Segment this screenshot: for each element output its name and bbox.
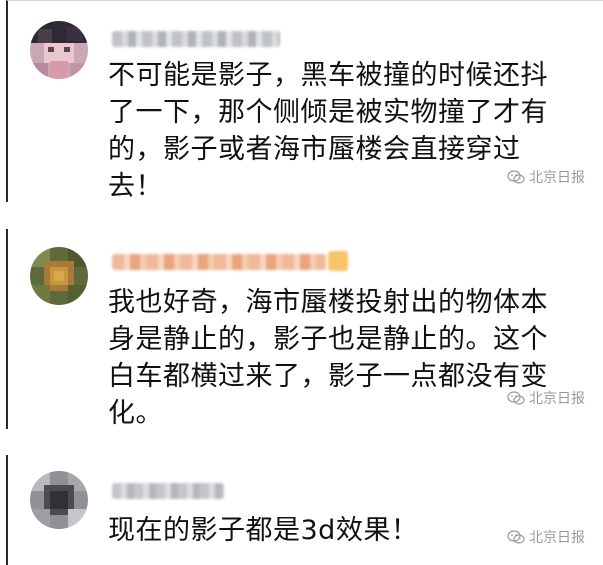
avatar[interactable] (30, 247, 88, 305)
avatar[interactable] (30, 471, 88, 529)
wechat-logo-icon (507, 530, 525, 544)
watermark-label: 北京日报 (529, 530, 585, 546)
avatar-icon (30, 471, 88, 529)
comment-card: 我也好奇，海市蜃楼投射出的物体本 身是静止的，影子也是静止的。这个 白车都横过来… (6, 229, 603, 429)
watermark: 北京日报 (507, 167, 585, 187)
watermark: 北京日报 (507, 527, 585, 547)
avatar-icon (30, 247, 88, 305)
username-blurred[interactable] (112, 31, 280, 47)
avatar-icon (30, 21, 88, 79)
wechat-logo-icon (507, 391, 525, 405)
comment-text: 我也好奇，海市蜃楼投射出的物体本 身是静止的，影子也是静止的。这个 白车都横过来… (108, 287, 548, 429)
comment-text: 现在的影子都是3d效果！ (108, 515, 419, 546)
username-blurred[interactable] (112, 483, 224, 499)
watermark-label: 北京日报 (529, 170, 585, 186)
username-blurred[interactable] (112, 254, 326, 270)
wechat-logo-icon (507, 170, 525, 184)
watermark-label: 北京日报 (529, 391, 585, 407)
avatar[interactable] (30, 21, 88, 79)
comment-card: 现在的影子都是3d效果！ 北京日报 (6, 455, 603, 565)
watermark: 北京日报 (507, 388, 585, 408)
user-badge-icon (328, 251, 348, 271)
comment-card: 不可能是影子，黑车被撞的时候还抖 了一下，那个侧倾是被实物撞了才有 的，影子或者… (6, 0, 603, 202)
